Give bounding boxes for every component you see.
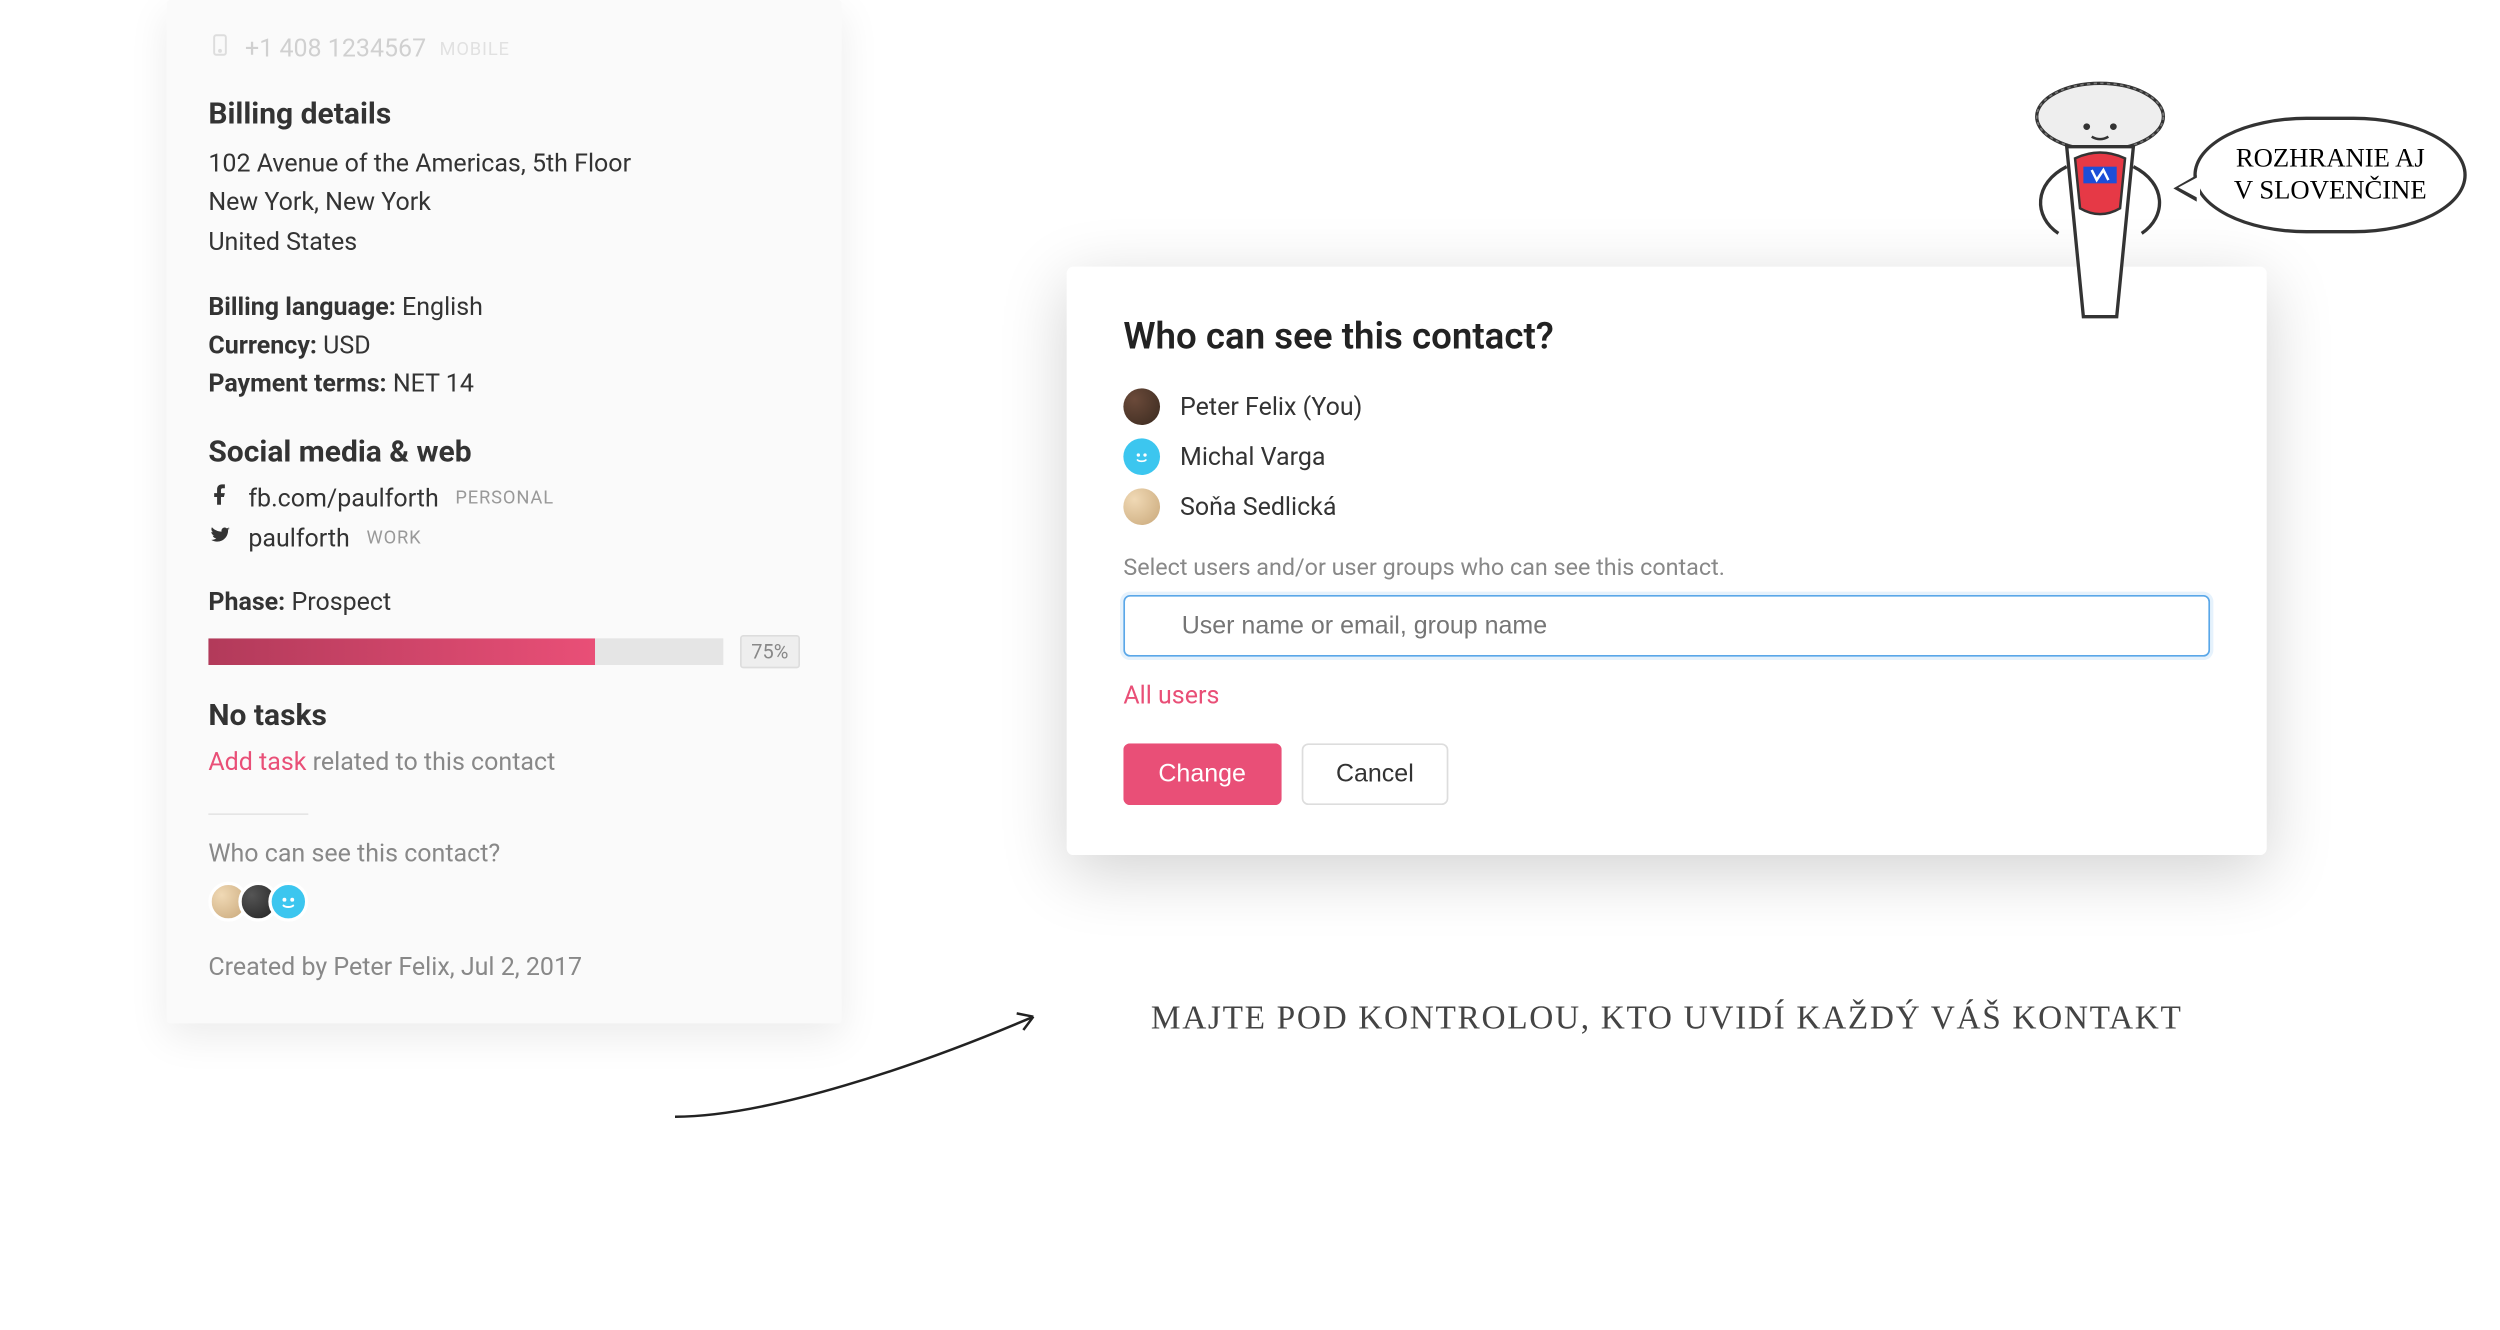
phone-row: +1 408 1234567 MOBILE	[208, 33, 800, 63]
address-line-2: New York, New York	[208, 184, 800, 223]
billing-language-row: Billing language: English	[208, 288, 800, 327]
avatar	[1123, 388, 1160, 425]
user-search-input[interactable]	[1123, 595, 2210, 657]
all-users-link[interactable]: All users	[1123, 680, 2210, 710]
avatar	[1123, 438, 1160, 475]
user-name: Soňa Sedlická	[1180, 492, 1336, 522]
bubble-line-1: ROZHRANIE AJ	[2234, 143, 2427, 175]
user-name: Peter Felix (You)	[1180, 392, 1362, 422]
help-text: Select users and/or user groups who can …	[1123, 555, 2210, 582]
user-row[interactable]: Soňa Sedlická	[1123, 488, 2210, 525]
change-button[interactable]: Change	[1123, 743, 1281, 805]
phone-label: MOBILE	[439, 38, 509, 60]
add-task-rest: related to this contact	[306, 746, 555, 776]
facebook-row[interactable]: fb.com/paulforth PERSONAL	[208, 483, 800, 513]
avatar	[268, 881, 308, 921]
currency-row: Currency: USD	[208, 327, 800, 366]
mascot-illustration	[2000, 67, 2200, 367]
billing-title: Billing details	[208, 97, 800, 132]
progress-track	[208, 638, 723, 665]
social-title: Social media & web	[208, 434, 800, 469]
facebook-link: fb.com/paulforth	[248, 483, 438, 513]
search-wrap	[1123, 595, 2210, 657]
add-task-link[interactable]: Add task	[208, 746, 306, 776]
twitter-link: paulforth	[248, 523, 349, 553]
user-row[interactable]: Peter Felix (You)	[1123, 388, 2210, 425]
phone-icon	[208, 33, 231, 63]
phase-progress: 75%	[208, 635, 800, 668]
facebook-icon	[208, 483, 231, 513]
divider	[208, 813, 308, 815]
address-line-3: United States	[208, 223, 800, 262]
twitter-row[interactable]: paulforth WORK	[208, 523, 800, 553]
add-task-row: Add task related to this contact	[208, 746, 800, 776]
user-row[interactable]: Michal Varga	[1123, 438, 2210, 475]
phone-number: +1 408 1234567	[245, 33, 426, 63]
progress-percent: 75%	[740, 635, 800, 668]
user-name: Michal Varga	[1180, 442, 1325, 472]
phase-row: Phase: Prospect	[208, 583, 800, 622]
avatar	[1123, 488, 1160, 525]
progress-fill	[208, 638, 594, 665]
contact-card: +1 408 1234567 MOBILE Billing details 10…	[167, 0, 842, 1023]
visibility-avatars[interactable]	[208, 881, 800, 921]
created-by: Created by Peter Felix, Jul 2, 2017	[208, 951, 800, 981]
twitter-tag: WORK	[366, 527, 421, 549]
twitter-icon	[208, 523, 231, 553]
speech-bubble: ROZHRANIE AJ V SLOVENČINE	[2194, 117, 2467, 234]
no-tasks-title: No tasks	[208, 698, 800, 733]
bubble-line-2: V SLOVENČINE	[2234, 175, 2427, 207]
address-line-1: 102 Avenue of the Americas, 5th Floor	[208, 145, 800, 184]
payment-terms-row: Payment terms: NET 14	[208, 365, 800, 404]
billing-address: 102 Avenue of the Americas, 5th Floor Ne…	[208, 145, 800, 261]
cancel-button[interactable]: Cancel	[1301, 743, 1449, 805]
arrow-annotation	[667, 1000, 1050, 1133]
facebook-tag: PERSONAL	[455, 487, 554, 509]
visibility-question: Who can see this contact?	[208, 838, 800, 868]
caption-text: MAJTE POD KONTROLOU, KTO UVIDÍ KAŽDÝ VÁŠ…	[1067, 1000, 2267, 1038]
